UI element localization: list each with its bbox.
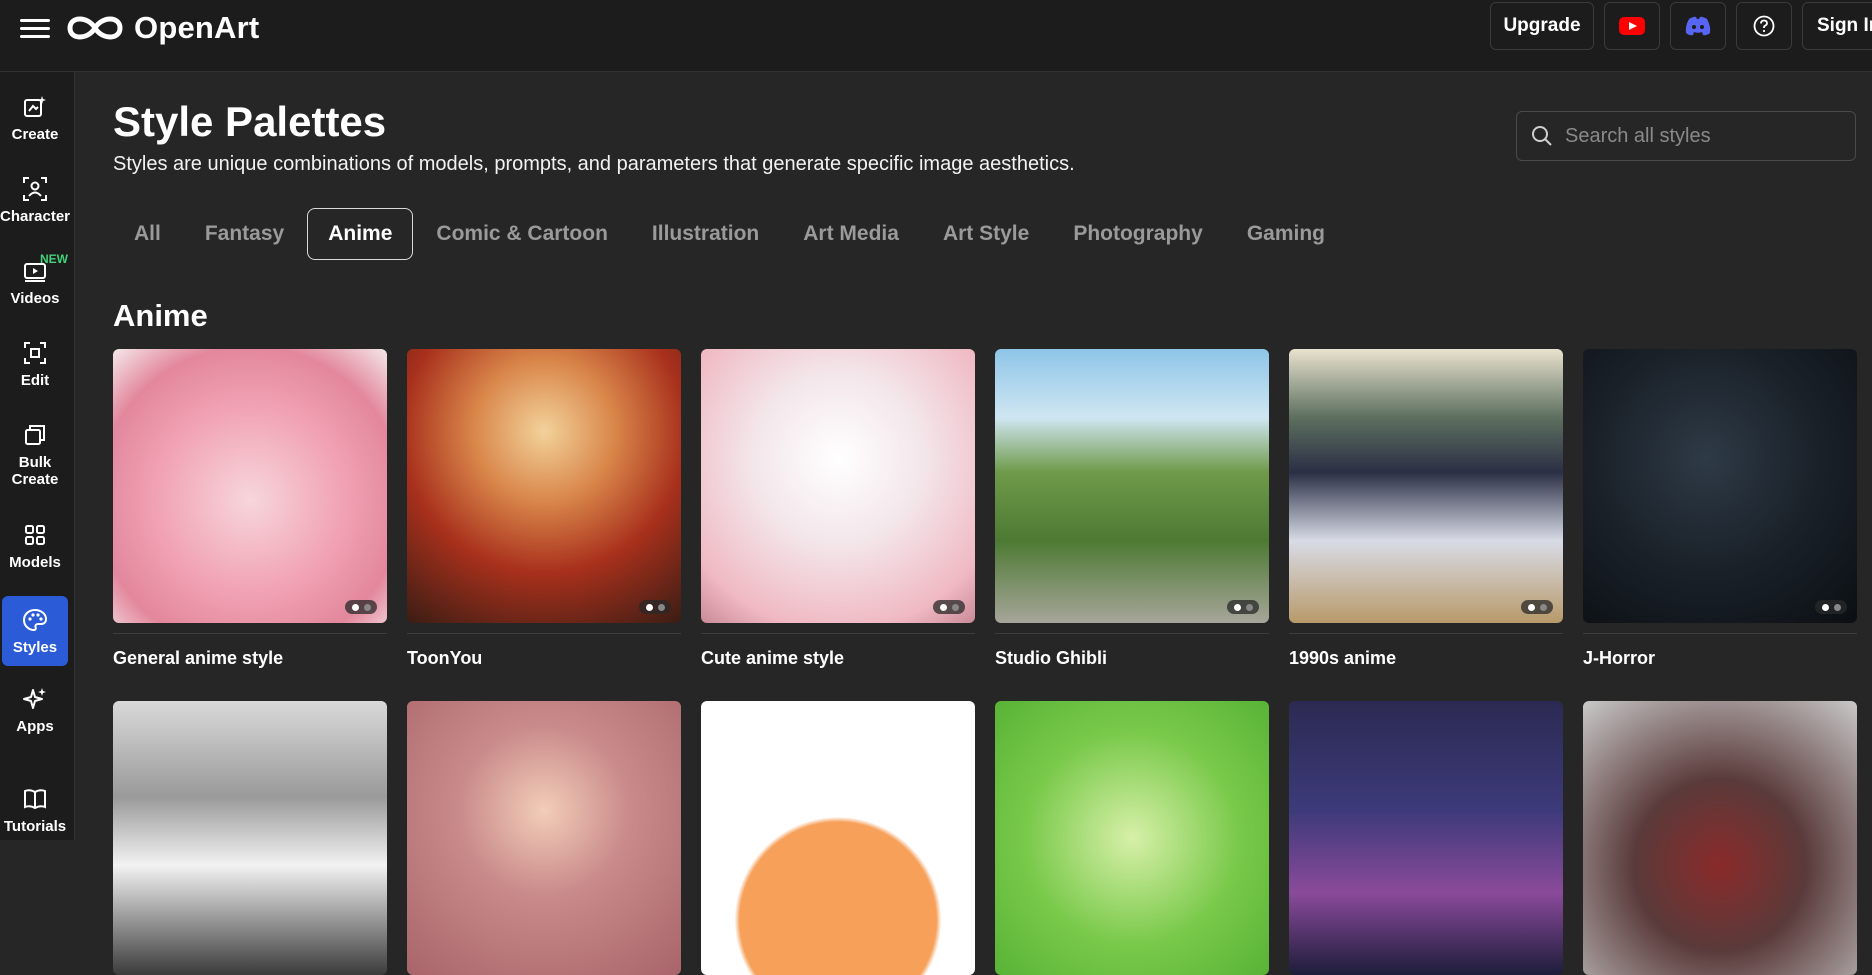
youtube-icon [1619,17,1645,35]
openart-logo-icon [67,16,123,40]
style-thumbnail [113,701,387,975]
tab-anime[interactable]: Anime [307,208,414,260]
style-card-toonyou[interactable]: ToonYou [407,349,681,669]
sidebar-item-create[interactable]: Create [0,94,70,143]
style-thumbnail [701,701,975,975]
style-name: Studio Ghibli [995,648,1107,668]
style-thumbnail [113,349,387,623]
sign-in-button[interactable]: Sign In [1802,2,1872,50]
carousel-dots[interactable] [639,600,671,614]
style-name: 1990s anime [1289,648,1397,668]
sidebar-item-styles[interactable]: Styles [2,596,68,666]
page-subtitle: Styles are unique combinations of models… [113,153,1075,175]
search-input[interactable] [1563,123,1847,149]
style-thumbnail [407,349,681,623]
sidebar-item-videos[interactable]: NEW Videos [0,252,70,307]
style-card-general-anime[interactable]: General anime style [113,349,387,669]
sidebar-label-tutorials: Tutorials [3,818,67,835]
carousel-dots[interactable] [1815,600,1847,614]
logo[interactable]: OpenArt [64,8,259,48]
style-name: ToonYou [407,648,483,668]
sidebar-item-models[interactable]: Models [0,522,70,571]
tab-art-style[interactable]: Art Style [922,208,1050,260]
style-name: J-Horror [1583,648,1656,668]
style-card-studio-ghibli[interactable]: Studio Ghibli [995,349,1269,669]
new-badge: NEW [40,252,68,266]
sidebar-label-create: Create [11,126,59,143]
tab-art-media[interactable]: Art Media [782,208,920,260]
sidebar-label-bulk-create: Bulk Create [11,454,59,488]
brand-name: OpenArt [134,10,260,45]
style-name: Cute anime style [701,648,845,668]
style-card-row2-1[interactable] [113,701,387,975]
character-icon [23,177,47,201]
carousel-dots[interactable] [345,600,377,614]
menu-icon[interactable] [20,14,50,40]
carousel-dots[interactable] [1227,600,1259,614]
category-tabs: All Fantasy Anime Comic & Cartoon Illust… [113,208,1348,260]
style-card-row2-2[interactable] [407,701,681,975]
style-card-row2-5[interactable] [1289,701,1563,975]
style-thumbnail [701,349,975,623]
style-thumbnail [1583,701,1857,975]
carousel-dots[interactable] [933,600,965,614]
book-icon [24,789,46,810]
sidebar-label-character: Character [0,208,71,225]
create-icon [24,96,46,117]
sidebar-label-styles: Styles [12,638,58,656]
carousel-dots[interactable] [1521,600,1553,614]
tab-all[interactable]: All [113,208,182,260]
youtube-button[interactable] [1604,2,1660,50]
style-card-row2-3[interactable] [701,701,975,975]
edit-icon [24,342,46,364]
tab-comic-cartoon[interactable]: Comic & Cartoon [415,208,629,260]
palette-icon [22,608,48,631]
style-card-cute-anime[interactable]: Cute anime style [701,349,975,669]
top-bar: OpenArt Upgrade Sign In [0,0,1872,72]
style-thumbnail [995,701,1269,975]
style-thumbnail [407,701,681,975]
style-card-row2-6[interactable] [1583,701,1857,975]
section-title: Anime [113,298,208,333]
style-thumbnail [1583,349,1857,623]
upgrade-button[interactable]: Upgrade [1490,2,1594,50]
style-card-row2-4[interactable] [995,701,1269,975]
style-card-1990s-anime[interactable]: 1990s anime [1289,349,1563,669]
sidebar: Create Character NEW Videos Edit Bulk Cr… [0,72,75,840]
tab-gaming[interactable]: Gaming [1226,208,1346,260]
search-icon [1532,126,1552,146]
discord-icon [1685,16,1711,36]
style-thumbnail [1289,701,1563,975]
bulk-create-icon [25,425,45,445]
page-title: Style Palettes [113,98,387,145]
search-box[interactable] [1516,111,1856,161]
style-name: General anime style [113,648,284,668]
help-button[interactable] [1736,2,1792,50]
style-thumbnail [1289,349,1563,623]
sidebar-label-edit: Edit [20,372,50,389]
sidebar-label-apps: Apps [16,718,54,735]
help-icon [1753,15,1775,37]
sidebar-item-apps[interactable]: Apps [0,686,70,735]
tab-illustration[interactable]: Illustration [631,208,780,260]
sidebar-item-tutorials[interactable]: Tutorials [0,786,70,835]
tab-photography[interactable]: Photography [1052,208,1224,260]
sidebar-label-models: Models [9,554,61,571]
sidebar-label-videos: Videos [10,290,60,307]
models-icon [25,525,45,545]
tab-fantasy[interactable]: Fantasy [184,208,305,260]
sparkle-icon [23,688,46,709]
sidebar-item-character[interactable]: Character [0,176,70,225]
discord-button[interactable] [1670,2,1726,50]
sidebar-item-bulk-create[interactable]: Bulk Create [0,422,70,488]
style-card-j-horror[interactable]: J-Horror [1583,349,1857,669]
sidebar-item-edit[interactable]: Edit [0,340,70,389]
style-thumbnail [995,349,1269,623]
